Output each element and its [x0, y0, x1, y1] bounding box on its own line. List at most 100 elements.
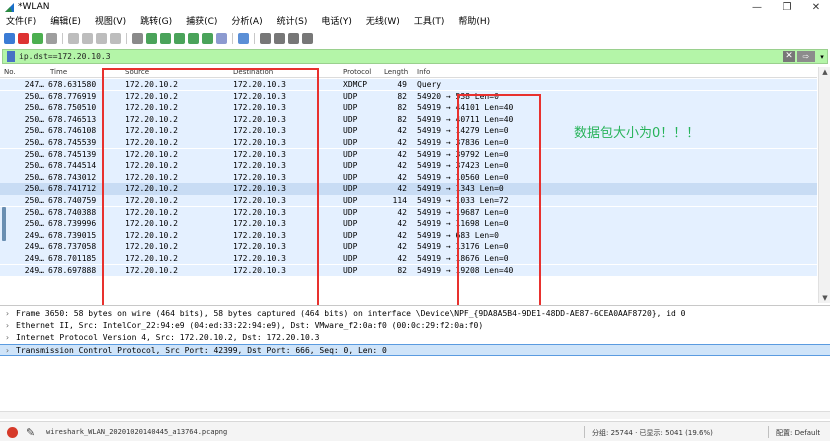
expand-caret-icon[interactable]: ›	[5, 320, 10, 332]
first-icon[interactable]	[188, 32, 199, 44]
last-icon[interactable]	[202, 32, 213, 44]
expand-caret-icon[interactable]: ›	[5, 332, 10, 344]
packet-time: 678.745139	[48, 149, 97, 159]
clear-filter-button[interactable]: ✕	[783, 51, 795, 62]
annotation-text: 数据包大小为0！！！	[574, 126, 700, 141]
save-icon[interactable]	[82, 32, 93, 44]
menu-tools[interactable]: 工具(T)	[414, 15, 445, 30]
back-icon[interactable]	[146, 32, 157, 44]
menu-wireless[interactable]: 无线(W)	[366, 15, 400, 30]
goto-icon[interactable]	[174, 32, 185, 44]
detail-row-tcp[interactable]: › Transmission Control Protocol, Src Port…	[0, 344, 830, 356]
options-icon[interactable]	[46, 32, 57, 44]
menu-help[interactable]: 帮助(H)	[458, 15, 490, 30]
packet-protocol: UDP	[343, 184, 358, 194]
packet-protocol: UDP	[343, 242, 358, 252]
expand-caret-icon[interactable]: ›	[5, 308, 10, 320]
details-horizontal-scrollbar[interactable]	[0, 411, 830, 419]
packet-length: 114	[392, 196, 407, 205]
packet-protocol: UDP	[343, 196, 358, 205]
detail-row-ethernet[interactable]: › Ethernet II, Src: IntelCor_22:94:e9 (04…	[0, 320, 830, 332]
packet-time: 678.743012	[48, 172, 97, 182]
menu-statistics[interactable]: 统计(S)	[277, 15, 308, 30]
zoom-reset-icon[interactable]	[288, 32, 299, 44]
packet-length: 42	[397, 149, 407, 159]
status-divider	[768, 426, 769, 438]
colorize-icon[interactable]	[238, 32, 249, 44]
packet-list-scrollbar[interactable]: ▲ ▼	[818, 67, 830, 303]
column-info[interactable]: Info	[417, 68, 430, 76]
close-window-button[interactable]: ✕	[804, 1, 828, 14]
profile-label[interactable]: 配置: Default	[776, 428, 820, 438]
display-filter-input[interactable]	[19, 52, 783, 61]
packet-protocol: UDP	[343, 138, 358, 147]
packet-protocol: UDP	[343, 114, 358, 124]
packet-no: 250…	[24, 149, 44, 159]
menu-go[interactable]: 跳转(G)	[140, 15, 172, 30]
column-no[interactable]: No.	[4, 68, 16, 76]
resize-columns-icon[interactable]	[302, 32, 313, 44]
apply-filter-button[interactable]: ⇨	[797, 51, 815, 62]
expert-info-icon[interactable]	[7, 427, 18, 438]
toolbar-separator	[232, 32, 233, 44]
detail-row-frame[interactable]: › Frame 3650: 58 bytes on wire (464 bits)…	[0, 308, 830, 320]
detail-row-ipv4[interactable]: › Internet Protocol Version 4, Src: 172.2…	[0, 332, 830, 344]
toolbar-separator	[254, 32, 255, 44]
packet-time: 678.739015	[48, 230, 97, 240]
menu-analyze[interactable]: 分析(A)	[231, 15, 262, 30]
packet-protocol: UDP	[343, 172, 358, 182]
status-divider	[584, 426, 585, 438]
packet-length: 42	[397, 242, 407, 252]
shark-fin-start-icon[interactable]	[4, 32, 15, 44]
zoom-out-icon[interactable]	[274, 32, 285, 44]
edit-comment-icon[interactable]: ✎	[26, 426, 35, 439]
packet-protocol: UDP	[343, 207, 358, 217]
reload-icon[interactable]	[110, 32, 121, 44]
column-time[interactable]: Time	[50, 68, 67, 76]
menu-edit[interactable]: 编辑(E)	[50, 15, 81, 30]
minimize-button[interactable]: —	[745, 1, 769, 14]
packet-length: 42	[397, 138, 407, 147]
packet-protocol: UDP	[343, 149, 358, 159]
packet-protocol: XDMCP	[343, 80, 368, 89]
maximize-button[interactable]: ❐	[775, 1, 799, 14]
menu-capture[interactable]: 捕获(C)	[186, 15, 217, 30]
forward-icon[interactable]	[160, 32, 171, 44]
packet-length: 42	[397, 254, 407, 263]
packet-length: 82	[397, 265, 407, 275]
packet-time: 678.740388	[48, 207, 97, 217]
menu-telephony[interactable]: 电话(Y)	[321, 15, 352, 30]
column-length[interactable]: Length	[384, 68, 408, 76]
restart-icon[interactable]	[32, 32, 43, 44]
autoscroll-icon[interactable]	[216, 32, 227, 44]
open-icon[interactable]	[68, 32, 79, 44]
packet-length: 82	[397, 103, 407, 113]
stop-icon[interactable]	[18, 32, 29, 44]
find-icon[interactable]	[132, 32, 143, 44]
menu-view[interactable]: 视图(V)	[95, 15, 126, 30]
close-file-icon[interactable]	[96, 32, 107, 44]
toolbar-separator	[62, 32, 63, 44]
packet-time: 678.776919	[48, 91, 97, 101]
packet-no: 250…	[24, 172, 44, 182]
filter-history-dropdown[interactable]: ▾	[817, 53, 827, 61]
packet-time: 678.701185	[48, 254, 97, 263]
menu-bar: 文件(F) 编辑(E) 视图(V) 跳转(G) 捕获(C) 分析(A) 统计(S…	[0, 15, 830, 30]
scroll-down-icon[interactable]: ▼	[819, 294, 830, 302]
menu-file[interactable]: 文件(F)	[6, 15, 36, 30]
toolbar-separator	[126, 32, 127, 44]
packet-protocol: UDP	[343, 254, 358, 263]
column-protocol[interactable]: Protocol	[343, 68, 371, 76]
status-bar: ✎ wireshark_WLAN_20201020140445_a13764.p…	[0, 421, 830, 441]
packet-no: 250…	[24, 184, 44, 194]
zoom-in-icon[interactable]	[260, 32, 271, 44]
bookmark-icon[interactable]	[7, 51, 15, 62]
packet-length: 42	[397, 172, 407, 182]
packet-info: Query	[417, 80, 442, 89]
scroll-up-icon[interactable]: ▲	[819, 68, 830, 76]
packet-protocol: UDP	[343, 126, 358, 136]
expand-caret-icon[interactable]: ›	[5, 345, 10, 357]
packet-time: 678.697888	[48, 265, 97, 275]
packet-stats: 分组: 25744 · 已显示: 5041 (19.6%)	[592, 429, 713, 437]
capture-file-name: wireshark_WLAN_20201020140445_a13764.pca…	[46, 428, 228, 436]
